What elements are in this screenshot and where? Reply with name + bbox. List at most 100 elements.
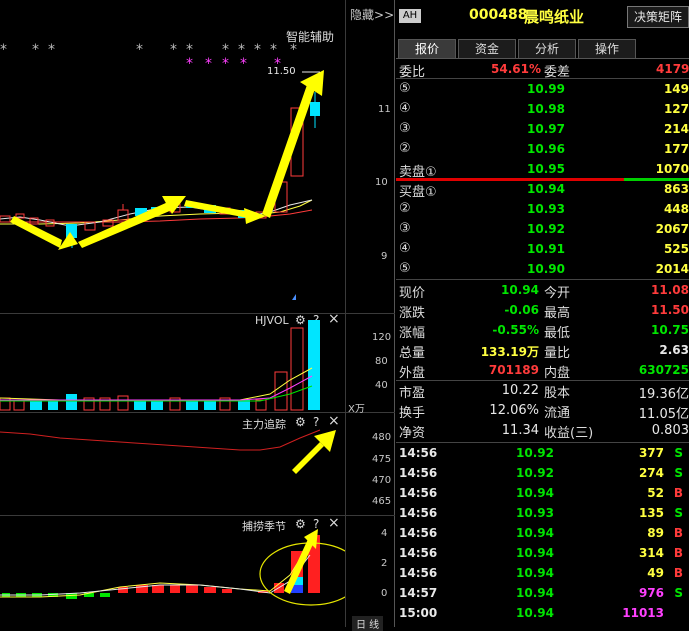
svg-text:*: * [274,56,281,72]
sell-level-price: 10.95 [527,162,565,176]
svg-text:*: * [0,42,7,58]
stat-label: 现价 [399,286,426,301]
volume-bars [0,320,320,411]
fundamental-value: 10.22 [501,383,539,398]
buy-level-price: 10.93 [527,202,565,216]
trade-volume: 377 [638,446,664,460]
fundamental-label: 换手 [399,406,426,421]
sell-level-volume: 149 [663,82,689,96]
trade-time: 14:56 [399,466,438,480]
stat-label: 总量 [399,346,426,361]
trade-side: B [673,526,683,540]
buy-level-price: 10.91 [527,242,565,256]
stat-label: 外盘 [399,366,426,381]
tab-quote[interactable]: 报价 [398,39,456,59]
sell-level-volume: 1070 [655,162,689,176]
buy-level-label: ④ [399,241,411,256]
trade-price: 10.92 [516,466,554,480]
sell-level-volume: 177 [663,142,689,156]
season-bars [0,529,345,606]
trade-price: 10.94 [516,486,554,500]
trade-volume: 11013 [622,606,664,620]
sell-level-price: 10.96 [527,142,565,156]
trade-time: 14:57 [399,586,438,600]
stat-value: 701189 [488,363,539,377]
fundamental-value: 0.803 [651,423,689,438]
y-tick-11: 11 [378,104,391,115]
tab-underline [396,58,689,59]
stat-value: -0.06 [504,303,539,317]
stat-label: 今开 [544,286,571,301]
decision-matrix-button[interactable]: 决策矩阵 [627,6,689,28]
tab-operation[interactable]: 操作 [578,39,636,59]
vol-tick-120: 120 [372,332,392,343]
trade-side: S [674,506,683,520]
svg-text:*: * [240,56,247,72]
tab-capital[interactable]: 资金 [458,39,516,59]
trade-side: B [673,486,683,500]
buy-level-volume: 448 [663,202,689,216]
stat-label: 内盘 [544,366,571,381]
trade-time: 14:56 [399,546,438,560]
fundamental-label: 股本 [544,386,571,401]
trade-volume: 49 [647,566,664,580]
trade-volume: 52 [647,486,664,500]
svg-text:*: * [32,42,39,58]
sell-buy-bar-red [396,178,624,181]
trade-price: 10.94 [516,546,554,560]
fundamentals-table: 市盈 10.22 股本 19.36亿 换手 12.06% 流通 11.05亿 净资 11.34 收益… [396,381,689,441]
trend-tick-465: 465 [372,496,392,507]
svg-text:*: * [136,42,143,58]
svg-text:*: * [170,42,177,58]
trade-price: 10.92 [516,446,554,460]
hide-arrows: >> [374,8,395,22]
trade-side: S [674,466,683,480]
stat-label: 涨幅 [399,326,426,341]
trend-tick-480: 480 [372,432,392,443]
stat-label: 最低 [544,326,571,341]
stat-value: 11.50 [651,303,689,317]
sell-level-price: 10.97 [527,122,565,136]
buy-level-volume: 2067 [655,222,689,236]
market-badge: AH [399,9,421,23]
candlestick-chart[interactable]: * * * * * * * * * * * * * * * * [0,0,345,313]
vol-unit: X万 [348,404,365,415]
candles [0,92,320,248]
trend-tick-470: 470 [372,475,392,486]
sell-level-volume: 214 [663,122,689,136]
fundamental-value: 19.36亿 [638,387,689,402]
sell-level-price: 10.98 [527,102,565,116]
buy-level-volume: 863 [663,182,689,196]
trade-ticks[interactable]: 14:56 10.92 377 S 14:56 10.92 274 S 14:56 10.94 52… [396,444,689,627]
fundamental-value: 11.05亿 [638,407,689,422]
tab-analysis[interactable]: 分析 [518,39,576,59]
y-tick-9: 9 [381,251,388,262]
fundamental-value: 11.34 [501,423,539,438]
season-tick-2: 2 [381,558,388,569]
trade-price: 10.94 [516,606,554,620]
trade-time: 15:00 [399,606,438,620]
period-tab[interactable]: 日 线 [352,616,384,631]
sell-buy-bar-green [624,178,689,181]
trend-line-chart [0,429,336,474]
trade-price: 10.94 [516,566,554,580]
hide-button[interactable]: 隐藏>> [350,6,394,23]
buy-level-price: 10.90 [527,262,565,276]
stock-code: 000488 [469,7,528,23]
buy-level-volume: 2014 [655,262,689,276]
buy-level-price: 10.94 [527,182,565,196]
stat-label: 最高 [544,306,571,321]
trade-time: 14:56 [399,506,438,520]
trade-volume: 976 [638,586,664,600]
trend-tick-475: 475 [372,454,392,465]
trade-side: B [673,566,683,580]
svg-text:*: * [186,56,193,72]
ratio-value: 54.61% [491,62,541,76]
stat-value: -0.55% [492,323,539,337]
buy-level-label: ③ [399,221,411,236]
stat-value: 11.08 [651,283,689,297]
trade-time: 14:56 [399,526,438,540]
svg-text:*: * [48,42,55,58]
diff-value: 4179 [656,62,689,76]
chart-area[interactable]: 隐藏>> 智能辅助 11.50 11 10 9 * * * * * * * * * * * * *… [0,0,395,631]
